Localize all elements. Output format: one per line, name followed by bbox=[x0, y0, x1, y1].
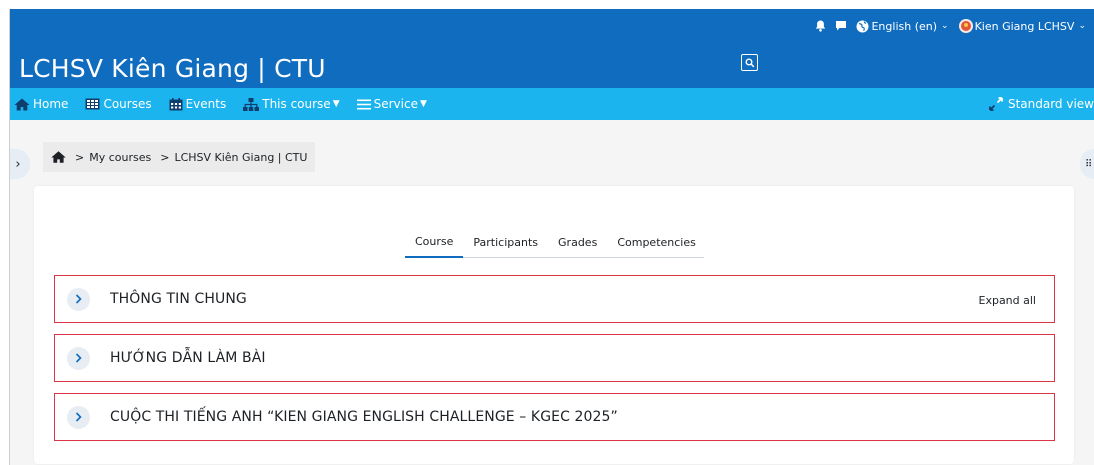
bell-icon[interactable] bbox=[815, 20, 826, 32]
nav-courses-label: Courses bbox=[103, 97, 152, 111]
tab-participants[interactable]: Participants bbox=[463, 227, 548, 258]
blocks-icon: ⠿ bbox=[1085, 158, 1093, 170]
sitemap-icon bbox=[243, 97, 260, 111]
block-drawer-toggle[interactable]: ⠿ bbox=[1080, 149, 1094, 179]
tab-grades[interactable]: Grades bbox=[548, 227, 607, 258]
standard-view-toggle[interactable]: Standard view bbox=[989, 88, 1094, 120]
secondary-navigation: Course Participants Grades Competencies bbox=[405, 227, 704, 258]
chat-icon[interactable] bbox=[835, 20, 847, 32]
breadcrumb: > My courses > LCHSV Kiên Giang | CTU bbox=[43, 142, 316, 172]
search-button[interactable] bbox=[741, 54, 758, 71]
chevron-right-icon bbox=[75, 353, 82, 363]
breadcrumb-course[interactable]: LCHSV Kiên Giang | CTU bbox=[174, 151, 307, 164]
course-section: HƯỚNG DẪN LÀM BÀI bbox=[54, 334, 1055, 382]
home-icon[interactable] bbox=[51, 151, 66, 163]
section-toggle[interactable] bbox=[67, 346, 90, 370]
caret-down-icon: ▼ bbox=[332, 99, 340, 109]
course-content: Course Participants Grades Competencies … bbox=[34, 186, 1074, 464]
home-icon bbox=[14, 98, 30, 110]
nav-service-label: Service bbox=[373, 97, 418, 111]
nav-this-course-label: This course bbox=[262, 97, 331, 111]
chevron-right-icon bbox=[75, 294, 82, 304]
nav-home[interactable]: Home bbox=[14, 97, 68, 111]
menu-icon bbox=[356, 99, 371, 109]
chevron-down-icon: ⌄ bbox=[941, 21, 949, 31]
course-section: THÔNG TIN CHUNG Expand all bbox=[54, 275, 1055, 323]
nav-service[interactable]: Service ▼ bbox=[356, 97, 427, 111]
section-title[interactable]: THÔNG TIN CHUNG bbox=[110, 291, 247, 307]
user-name: Kien Giang LCHSV bbox=[974, 19, 1075, 33]
standard-view-label: Standard view bbox=[1007, 97, 1094, 111]
course-section: CUỘC THI TIẾNG ANH “KIEN GIANG ENGLISH C… bbox=[54, 393, 1055, 441]
page: English (en) ⌄ Kien Giang LCHSV ⌄ LCHSV … bbox=[9, 9, 1094, 465]
avatar bbox=[958, 19, 973, 33]
caret-down-icon: ▼ bbox=[419, 99, 427, 109]
chevron-down-icon: ⌄ bbox=[1078, 21, 1086, 31]
courses-grid-icon bbox=[85, 98, 100, 110]
chevron-right-icon bbox=[75, 412, 82, 422]
course-index-toggle[interactable]: › bbox=[10, 149, 30, 179]
globe-icon bbox=[856, 20, 869, 32]
nav-courses[interactable]: Courses bbox=[85, 97, 152, 111]
nav-this-course[interactable]: This course ▼ bbox=[243, 97, 340, 111]
breadcrumb-my-courses[interactable]: My courses bbox=[89, 151, 151, 164]
language-label: English (en) bbox=[871, 19, 938, 33]
chevron-right-icon: › bbox=[15, 156, 21, 172]
expand-all-link[interactable]: Expand all bbox=[979, 294, 1037, 307]
nav-home-label: Home bbox=[33, 97, 69, 111]
user-menu[interactable]: Kien Giang LCHSV ⌄ bbox=[958, 19, 1086, 33]
nav-events-label: Events bbox=[185, 97, 227, 111]
section-toggle[interactable] bbox=[67, 287, 90, 311]
nav-events[interactable]: Events bbox=[169, 97, 227, 111]
language-menu[interactable]: English (en) ⌄ bbox=[856, 19, 949, 33]
tab-course[interactable]: Course bbox=[405, 227, 464, 258]
user-area: English (en) ⌄ Kien Giang LCHSV ⌄ bbox=[815, 17, 1086, 35]
expand-arrows-icon bbox=[989, 97, 1003, 111]
primary-navigation: Home Courses Events This course ▼ Servic… bbox=[10, 88, 1094, 120]
section-title[interactable]: CUỘC THI TIẾNG ANH “KIEN GIANG ENGLISH C… bbox=[110, 409, 618, 425]
section-title[interactable]: HƯỚNG DẪN LÀM BÀI bbox=[110, 350, 266, 366]
tab-competencies[interactable]: Competencies bbox=[607, 227, 706, 258]
section-toggle[interactable] bbox=[67, 405, 90, 429]
breadcrumb-separator: > bbox=[75, 150, 85, 164]
search-icon bbox=[745, 58, 754, 67]
calendar-icon bbox=[169, 97, 183, 110]
top-bar: English (en) ⌄ Kien Giang LCHSV ⌄ LCHSV … bbox=[10, 9, 1094, 88]
breadcrumb-separator: > bbox=[160, 150, 170, 164]
site-title[interactable]: LCHSV Kiên Giang | CTU bbox=[19, 54, 326, 83]
